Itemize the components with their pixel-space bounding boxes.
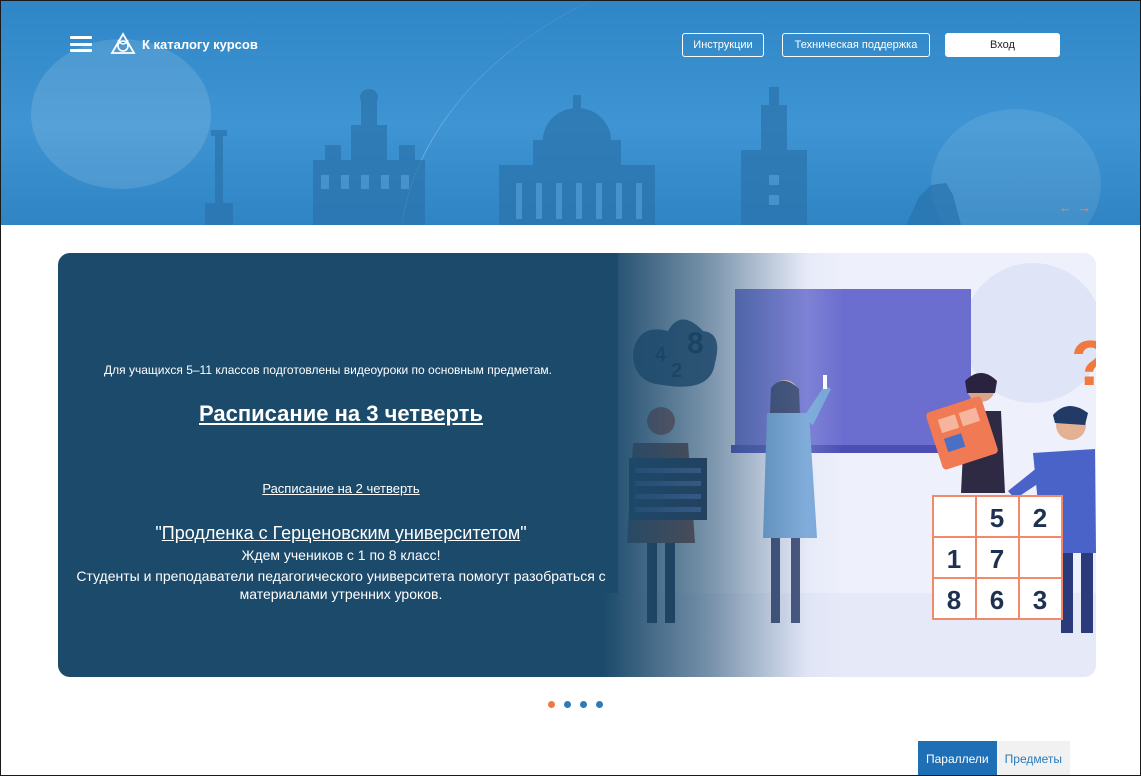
carousel-dot[interactable] [564, 701, 571, 708]
instructions-button[interactable]: Инструкции [682, 33, 764, 57]
grid-cell: 2 [1033, 503, 1047, 533]
carousel-slide: 4 2 8 ? [58, 253, 1096, 677]
banner-fade [603, 253, 843, 677]
grid-cell: 1 [947, 544, 961, 574]
prodlenka-title: "Продленка с Герценовским университетом" [58, 523, 624, 544]
grid-cell: 6 [990, 585, 1004, 615]
tab-parallels[interactable]: Параллели [918, 741, 997, 775]
grid-cell: 3 [1033, 585, 1047, 615]
schedule-q2-link[interactable]: Расписание на 2 четверть [58, 481, 624, 496]
grid-cell: 8 [947, 585, 961, 615]
prodlenka-link[interactable]: Продленка с Герценовским университетом [162, 523, 520, 543]
login-button[interactable]: Вход [945, 33, 1060, 57]
city-skyline-illustration [205, 87, 961, 225]
intro-text: Для учащихся 5–11 классов подготовлены в… [104, 363, 552, 377]
carousel-dots [548, 701, 603, 708]
quote-close: " [520, 523, 527, 543]
tab-subjects[interactable]: Предметы [996, 741, 1070, 775]
support-button[interactable]: Техническая поддержка [782, 33, 930, 57]
slider-arrows: ←→ [1059, 200, 1097, 215]
menu-icon[interactable] [70, 36, 92, 52]
students-text: Студенты и преподаватели педагогического… [76, 568, 606, 602]
schedule-q3-link[interactable]: Расписание на 3 четверть [58, 401, 624, 427]
logo-icon[interactable] [110, 32, 136, 56]
banner-text-panel [58, 253, 618, 677]
catalog-link[interactable]: К каталогу курсов [142, 37, 258, 52]
arrow-left-icon[interactable]: ← [1059, 200, 1078, 215]
header-banner: К каталогу курсов Инструкции Техническая… [1, 1, 1140, 225]
arrow-right-icon[interactable]: → [1078, 200, 1097, 215]
grid-cell: 7 [990, 544, 1004, 574]
filter-tabs: Параллели Предметы [918, 741, 1070, 775]
question-mark-icon: ? [1071, 327, 1096, 399]
carousel-dot[interactable] [596, 701, 603, 708]
grid-cell: 5 [990, 503, 1004, 533]
waiting-text: Ждем учеников с 1 по 8 класс! [241, 547, 441, 563]
carousel-dot[interactable] [580, 701, 587, 708]
carousel-dot[interactable] [548, 701, 555, 708]
page-frame: К каталогу курсов Инструкции Техническая… [0, 0, 1141, 776]
